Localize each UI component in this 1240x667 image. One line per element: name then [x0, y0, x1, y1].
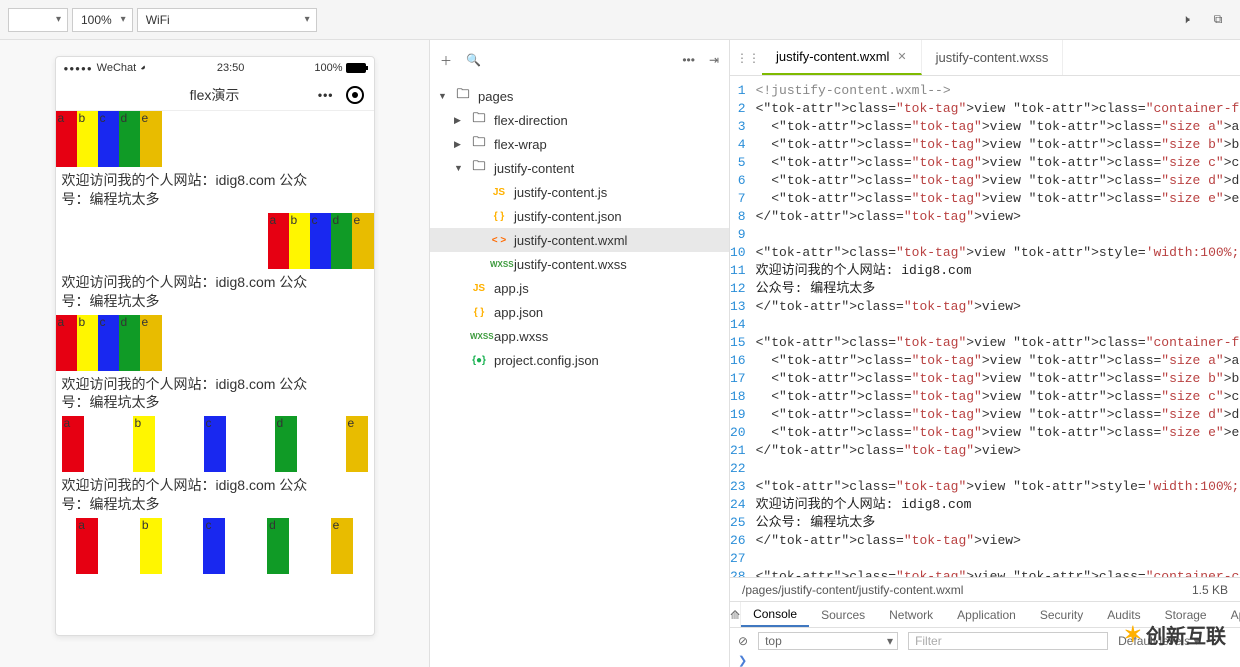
cell-b: b	[77, 111, 99, 167]
file-explorer: ＋ 🔍 ••• ⇥ ▼pages ▶flex-direction ▶flex-w…	[430, 40, 730, 667]
flex-center-row: a b c d e	[56, 315, 374, 371]
search-icon[interactable]: 🔍	[466, 53, 481, 67]
devtools-tab[interactable]: Application	[945, 602, 1028, 627]
cell-e: e	[140, 111, 162, 167]
page-title: flex演示	[190, 85, 240, 105]
flex-around-row: a b c d e	[56, 518, 374, 574]
tree-folder[interactable]: ▼justify-content	[430, 156, 729, 180]
devtools-tab[interactable]: Network	[877, 602, 945, 627]
mute-icon[interactable]: 🕨	[1172, 6, 1200, 34]
watermark: ✶创新互联	[1124, 620, 1226, 649]
capsule-close-icon[interactable]	[346, 86, 364, 104]
phone-body: a b c d e 欢迎访问我的个人网站：idig8.com 公众号：编程坑太多…	[56, 111, 374, 574]
code-editor[interactable]: 1234567891011121314151617181920212223242…	[730, 76, 1240, 577]
flex-end-row: a b c d e	[56, 213, 374, 269]
tree-file-wxss[interactable]: WXSSjustify-content.wxss	[430, 252, 729, 276]
tab-wxml[interactable]: justify-content.wxml✕	[762, 40, 922, 75]
wifi-icon	[140, 62, 147, 74]
simulator-panel: WeChat 23:50 100% flex演示 ••• a b c d e	[0, 40, 430, 667]
cell-c: c	[98, 111, 120, 167]
battery-icon	[346, 63, 366, 73]
inspect-icon[interactable]: ⟰	[730, 602, 741, 627]
new-file-icon[interactable]: ＋	[440, 52, 452, 69]
carrier-label: WeChat	[97, 62, 137, 74]
console-prompt[interactable]: ❯	[730, 654, 1240, 667]
tree-file-json[interactable]: { }app.json	[430, 300, 729, 324]
device-dropdown[interactable]	[8, 8, 68, 32]
devtools-tab[interactable]: Sources	[809, 602, 877, 627]
network-dropdown[interactable]: WiFi	[137, 8, 317, 32]
battery-label: 100%	[314, 62, 342, 74]
editor-panel: ⋮⋮ justify-content.wxml✕ justify-content…	[730, 40, 1240, 667]
tree-file-json[interactable]: { }justify-content.json	[430, 204, 729, 228]
filter-input[interactable]: Filter	[908, 632, 1108, 650]
top-toolbar: 100% WiFi 🕨 ⧉	[0, 0, 1240, 40]
clear-console-icon[interactable]: ⊘	[738, 634, 748, 648]
zoom-dropdown[interactable]: 100%	[72, 8, 133, 32]
tree-file-wxss[interactable]: WXSSapp.wxss	[430, 324, 729, 348]
devtools-tab-console[interactable]: Console	[741, 602, 809, 627]
close-icon[interactable]: ✕	[897, 50, 906, 63]
watermark-icon: ✶	[1124, 622, 1142, 648]
tree-folder-pages[interactable]: ▼pages	[430, 84, 729, 108]
detach-icon[interactable]: ⧉	[1204, 6, 1232, 34]
tree-file-config[interactable]: {●}project.config.json	[430, 348, 729, 372]
tree-file-js[interactable]: JSapp.js	[430, 276, 729, 300]
capsule-menu-icon[interactable]: •••	[318, 88, 334, 102]
tree-folder[interactable]: ▶flex-direction	[430, 108, 729, 132]
phone-preview: WeChat 23:50 100% flex演示 ••• a b c d e	[55, 56, 375, 636]
flex-start-row: a b c d e	[56, 111, 374, 167]
file-path-label: /pages/justify-content/justify-content.w…	[742, 583, 963, 597]
flex-between-row: a b c d e	[56, 416, 374, 472]
phone-nav: flex演示 •••	[56, 79, 374, 111]
tab-scroll-handle[interactable]: ⋮⋮	[734, 40, 762, 75]
editor-tabs: ⋮⋮ justify-content.wxml✕ justify-content…	[730, 40, 1240, 76]
more-icon[interactable]: •••	[682, 53, 695, 67]
tree-folder[interactable]: ▶flex-wrap	[430, 132, 729, 156]
tree-file-wxml[interactable]: < >justify-content.wxml	[430, 228, 729, 252]
caption-text: 欢迎访问我的个人网站：idig8.com 公众号：编程坑太多	[56, 167, 374, 213]
file-explorer-toolbar: ＋ 🔍 ••• ⇥	[430, 40, 729, 80]
line-gutter: 1234567891011121314151617181920212223242…	[730, 76, 756, 577]
cell-d: d	[119, 111, 141, 167]
clock-label: 23:50	[147, 62, 314, 74]
collapse-panel-icon[interactable]: ⇥	[709, 53, 719, 67]
context-dropdown[interactable]: top	[758, 632, 898, 650]
devtools-tab[interactable]: Security	[1028, 602, 1095, 627]
phone-status-bar: WeChat 23:50 100%	[56, 57, 374, 79]
editor-status-bar: /pages/justify-content/justify-content.w…	[730, 577, 1240, 601]
file-size-label: 1.5 KB	[1192, 583, 1228, 597]
code-area[interactable]: <!justify-content.wxml--> <"tok-attr">cl…	[756, 76, 1240, 577]
tree-file-js[interactable]: JSjustify-content.js	[430, 180, 729, 204]
tab-wxss[interactable]: justify-content.wxss	[922, 40, 1064, 75]
cell-a: a	[56, 111, 78, 167]
